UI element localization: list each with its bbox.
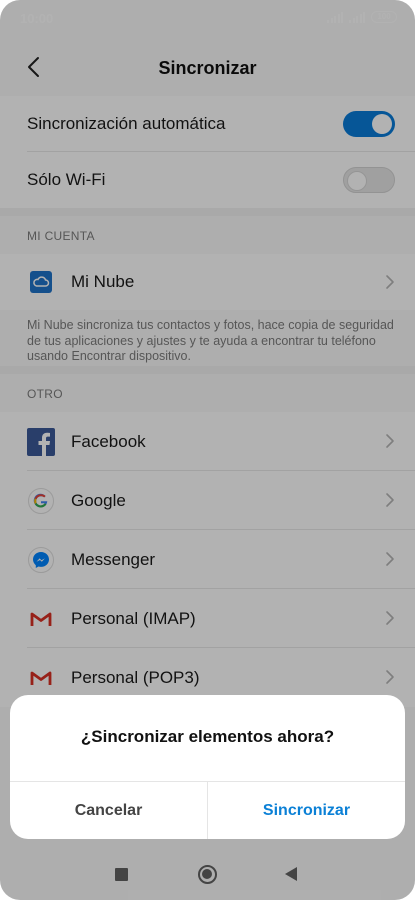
sync-dialog: ¿Sincronizar elementos ahora? Cancelar S… <box>10 695 405 839</box>
home-icon[interactable] <box>198 865 217 884</box>
back-nav-icon[interactable] <box>285 867 297 881</box>
sync-button[interactable]: Sincronizar <box>208 782 405 839</box>
navigation-bar <box>0 855 415 900</box>
cancel-button[interactable]: Cancelar <box>10 782 207 839</box>
dialog-title: ¿Sincronizar elementos ahora? <box>80 727 335 746</box>
recent-apps-icon[interactable] <box>115 868 128 881</box>
phone-screen: 10:00 100 Sincronizar Sincronización aut… <box>0 0 415 900</box>
